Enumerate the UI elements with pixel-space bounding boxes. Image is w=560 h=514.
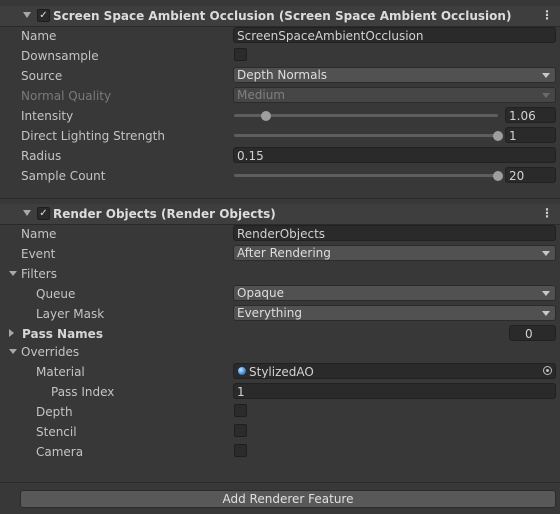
ssao-enabled-checkbox[interactable]: ✓ [37,9,50,22]
overrides-foldout-icon[interactable] [9,349,17,354]
foldout-expanded-icon[interactable] [23,210,31,216]
sample-count-label: Sample Count [21,169,106,183]
direct-lighting-slider-handle[interactable] [493,131,503,141]
render-objects-name-label: Name [21,227,57,241]
chevron-down-icon [542,291,550,296]
direct-lighting-label: Direct Lighting Strength [21,129,165,143]
depth-label[interactable]: Depth [36,404,73,420]
layer-mask-dropdown-value: Everything [237,306,302,320]
camera-checkbox[interactable] [234,444,247,457]
ssao-header[interactable]: ✓ Screen Space Ambient Occlusion (Screen… [0,6,560,27]
intensity-value-field[interactable]: 1.06 [505,107,556,123]
ssao-name-field[interactable]: ScreenSpaceAmbientOcclusion [233,27,556,43]
normal-quality-label: Normal Quality [21,89,112,103]
render-objects-menu-icon[interactable]: ⋮ [541,206,553,220]
sample-count-slider-handle[interactable] [493,171,503,181]
foldout-expanded-icon[interactable] [23,12,31,18]
stencil-checkbox[interactable] [234,424,247,437]
filters-foldout-icon[interactable] [9,271,17,276]
add-renderer-feature-button[interactable]: Add Renderer Feature [20,490,556,508]
radius-label: Radius [21,149,62,163]
intensity-label: Intensity [21,109,74,123]
chevron-down-icon [542,311,550,316]
ssao-header-title: Screen Space Ambient Occlusion (Screen S… [53,9,512,23]
render-objects-header[interactable]: ✓ Render Objects (Render Objects) ⋮ [0,204,560,225]
material-value: StylizedAO [249,365,314,379]
camera-label[interactable]: Camera [36,444,83,460]
material-label: Material [36,365,85,379]
section-divider [0,482,560,483]
object-picker-icon[interactable] [543,366,552,375]
ssao-menu-icon[interactable]: ⋮ [541,8,553,22]
event-label: Event [21,247,56,261]
render-objects-enabled-checkbox[interactable]: ✓ [37,207,50,220]
material-object-field[interactable]: StylizedAO [233,363,556,379]
filters-label[interactable]: Filters [21,266,57,282]
source-dropdown-value: Depth Normals [237,68,328,82]
pass-names-foldout-icon[interactable] [9,329,14,337]
pass-names-label[interactable]: Pass Names [22,326,103,342]
queue-dropdown-value: Opaque [237,286,285,300]
downsample-label: Downsample [21,49,99,63]
chevron-down-icon [542,251,550,256]
event-dropdown[interactable]: After Rendering [233,245,556,261]
ssao-name-label: Name [21,29,57,43]
source-dropdown[interactable]: Depth Normals [233,67,556,83]
depth-checkbox[interactable] [234,404,247,417]
queue-dropdown[interactable]: Opaque [233,285,556,301]
chevron-down-icon [542,93,550,98]
sample-count-slider-track[interactable] [234,174,498,177]
material-sphere-icon [238,367,246,375]
queue-label: Queue [36,287,76,301]
downsample-checkbox[interactable] [234,48,247,61]
intensity-slider-track[interactable] [234,114,498,117]
layer-mask-dropdown[interactable]: Everything [233,305,556,321]
normal-quality-dropdown: Medium [233,87,556,103]
pass-names-count-field[interactable]: 0 [509,325,556,341]
render-objects-header-title: Render Objects (Render Objects) [53,207,276,221]
layer-mask-label: Layer Mask [36,307,105,321]
radius-field[interactable]: 0.15 [233,147,556,163]
sample-count-value-field[interactable]: 20 [505,167,556,183]
pass-index-label: Pass Index [51,385,115,399]
render-objects-name-field[interactable]: RenderObjects [233,225,556,241]
pass-names-count: 0 [525,327,533,341]
stencil-label[interactable]: Stencil [36,424,77,440]
direct-lighting-value-field[interactable]: 1 [505,127,556,143]
chevron-down-icon [542,73,550,78]
pass-index-field[interactable]: 1 [233,383,556,399]
section-divider [0,198,560,199]
intensity-slider-handle[interactable] [260,111,271,121]
event-dropdown-value: After Rendering [237,246,331,260]
normal-quality-value: Medium [237,88,285,102]
overrides-label[interactable]: Overrides [21,344,79,360]
source-label: Source [21,69,63,83]
direct-lighting-slider-track[interactable] [234,134,498,137]
